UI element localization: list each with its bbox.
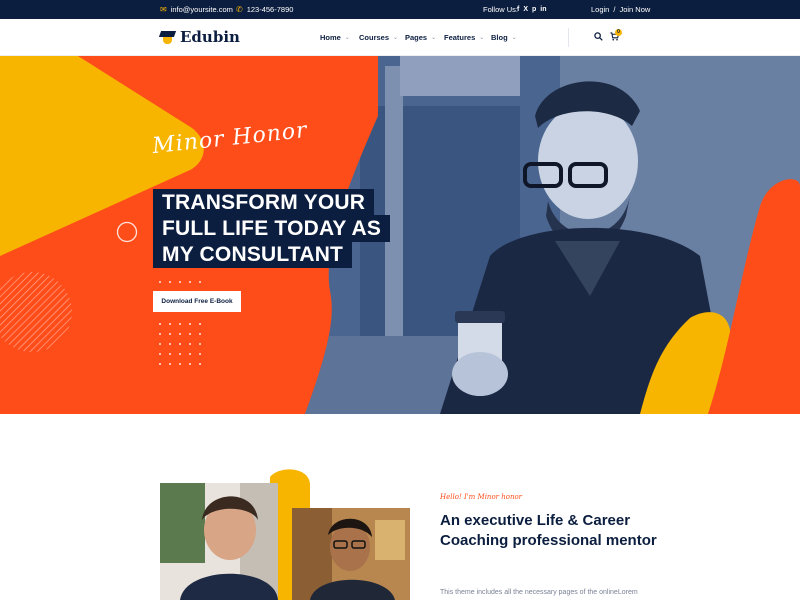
topbar-email[interactable]: ✉ info@yoursite.com bbox=[160, 0, 233, 19]
site-logo[interactable]: Edubin bbox=[158, 28, 240, 46]
nav-divider bbox=[568, 28, 569, 47]
nav-item-features[interactable]: Features ⌄ bbox=[444, 19, 484, 56]
join-now-link[interactable]: Join Now bbox=[619, 5, 650, 14]
envelope-icon: ✉ bbox=[160, 5, 167, 14]
headline-line-1: TRANSFORM YOUR bbox=[153, 189, 375, 216]
login-link[interactable]: Login bbox=[591, 5, 609, 14]
pinterest-icon[interactable]: p bbox=[532, 6, 536, 13]
headline-line-3: MY CONSULTANT bbox=[153, 241, 353, 268]
search-icon[interactable] bbox=[594, 32, 603, 41]
auth-links: Login / Join Now bbox=[591, 0, 650, 19]
nav-label-courses: Courses bbox=[359, 33, 390, 42]
nav-item-courses[interactable]: Courses ⌄ bbox=[359, 19, 398, 56]
cart-count-badge: 0 bbox=[615, 29, 622, 36]
logo-text: Edubin bbox=[180, 28, 240, 46]
chevron-down-icon: ⌄ bbox=[393, 35, 399, 41]
nav-label-blog: Blog bbox=[491, 33, 508, 42]
chevron-down-icon: ⌄ bbox=[511, 35, 517, 41]
nav-item-blog[interactable]: Blog ⌄ bbox=[491, 19, 517, 56]
headline-line-2: FULL LIFE TODAY AS bbox=[153, 215, 391, 242]
hero-headline: TRANSFORM YOUR FULL LIFE TODAY AS MY CON… bbox=[153, 189, 391, 268]
main-header: Edubin Home ⌄ Courses ⌄ Pages ⌄ Features ⌄ B… bbox=[0, 19, 800, 56]
about-signature: Hello! I'm Minor honor bbox=[440, 493, 523, 501]
facebook-icon[interactable]: f bbox=[517, 6, 519, 13]
social-links: f X p in bbox=[517, 0, 547, 19]
top-bar: ✉ info@yoursite.com ✆ 123-456-7890 Follo… bbox=[0, 0, 800, 19]
auth-separator: / bbox=[613, 5, 616, 14]
about-description: This theme includes all the necessary pa… bbox=[440, 589, 638, 596]
about-photo-right bbox=[292, 508, 410, 600]
nav-item-pages[interactable]: Pages ⌄ bbox=[405, 19, 436, 56]
chevron-down-icon: ⌄ bbox=[479, 35, 485, 41]
download-ebook-button[interactable]: Download Free E-Book bbox=[153, 291, 241, 312]
hero-banner: Minor Honor TRANSFORM YOUR FULL LIFE TOD… bbox=[0, 56, 800, 414]
topbar-phone[interactable]: ✆ 123-456-7890 bbox=[236, 0, 293, 19]
about-title: An executive Life & Career Coaching prof… bbox=[440, 512, 657, 549]
phone-icon: ✆ bbox=[236, 5, 243, 14]
about-images bbox=[160, 469, 410, 600]
follow-us-label: Follow Us: bbox=[483, 5, 519, 14]
nav-label-home: Home bbox=[320, 33, 341, 42]
x-twitter-icon[interactable]: X bbox=[523, 6, 528, 13]
hero-background bbox=[0, 56, 800, 414]
topbar-phone-text[interactable]: 123-456-7890 bbox=[247, 5, 294, 14]
chevron-down-icon: ⌄ bbox=[431, 35, 437, 41]
chevron-down-icon: ⌄ bbox=[344, 35, 350, 41]
nav-label-features: Features bbox=[444, 33, 476, 42]
nav-item-home[interactable]: Home ⌄ bbox=[320, 19, 350, 56]
linkedin-icon[interactable]: in bbox=[540, 6, 546, 13]
about-photo-left bbox=[160, 483, 278, 600]
nav-label-pages: Pages bbox=[405, 33, 428, 42]
topbar-email-text[interactable]: info@yoursite.com bbox=[171, 5, 233, 14]
graduation-cap-icon bbox=[158, 30, 177, 45]
